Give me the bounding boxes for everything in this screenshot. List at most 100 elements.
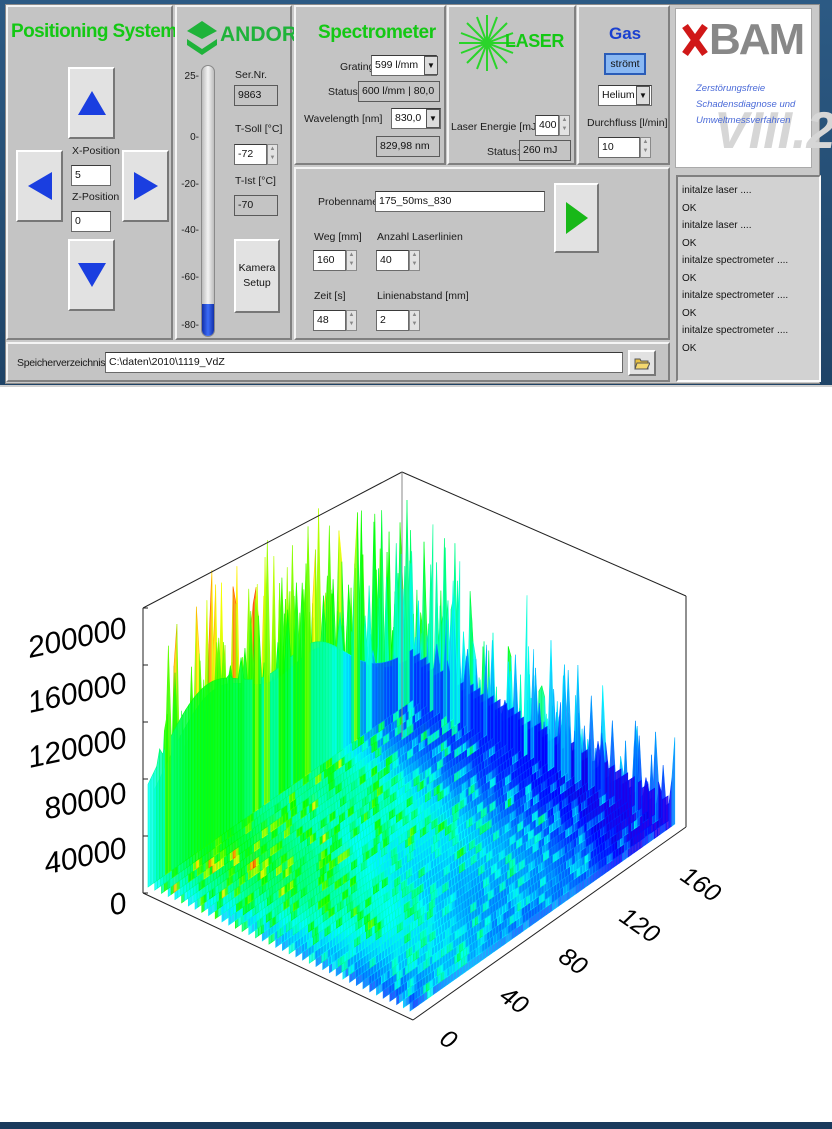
browse-folder-button[interactable]	[628, 350, 656, 376]
surface-strip	[543, 725, 548, 767]
log-line: OK	[682, 342, 697, 354]
surface-strip	[480, 693, 485, 740]
gas-title: Gas	[609, 24, 642, 43]
surface-strip	[363, 660, 367, 736]
bam-cross-icon	[682, 23, 708, 57]
laser-lines-field[interactable]: 40	[376, 250, 409, 271]
laser-lines-label: Anzahl Laserlinien	[377, 231, 463, 243]
grating-label: Grating	[340, 61, 375, 73]
x-position-field[interactable]: 5	[71, 165, 111, 186]
surface-strip	[371, 662, 376, 730]
storage-path-field[interactable]: C:\daten\2010\1119_VdZ	[105, 352, 623, 373]
andor-section: ANDOR 25- 0- -20- -40- -60- -80- Ser.Nr. 9863…	[175, 5, 297, 340]
surface-strip	[547, 640, 552, 772]
t-soll-field[interactable]: -72	[234, 144, 267, 165]
surface-strip	[517, 710, 521, 754]
gas-flow-button-label: strömt	[610, 58, 640, 70]
arrow-up-icon	[77, 91, 106, 115]
surface-strip	[217, 678, 222, 839]
surface-strip	[235, 678, 239, 826]
surface-strip	[153, 766, 158, 884]
surface-strip	[243, 679, 248, 820]
flow-spinner[interactable]: ▲ ▼	[640, 137, 651, 158]
surface-strip	[440, 669, 444, 721]
z-position-field[interactable]: 0	[71, 211, 111, 232]
bam-logo-text: BAM	[709, 15, 805, 64]
time-spinner[interactable]: ▲ ▼	[346, 310, 357, 331]
flow-field[interactable]: 10	[598, 137, 640, 158]
laser-title: LASER	[505, 31, 565, 51]
surface-strip	[389, 659, 393, 718]
surface-strip	[255, 598, 259, 812]
move-left-button[interactable]	[16, 150, 63, 222]
surface-strip	[588, 695, 592, 791]
surface-strip	[510, 706, 514, 751]
wavelength-dropdown-icon[interactable]: ▼	[426, 109, 440, 128]
surface-strip	[304, 526, 309, 777]
surface-strip	[664, 795, 669, 824]
surface-strip	[232, 677, 236, 828]
t-soll-spinner[interactable]: ▲ ▼	[267, 144, 278, 165]
surface-strip	[476, 687, 481, 735]
surface-strip	[333, 645, 338, 757]
grating-dropdown-icon[interactable]: ▼	[424, 56, 438, 75]
gauge-tick-label: 25-	[184, 71, 199, 82]
surface-strip	[614, 770, 619, 804]
surface-strip	[490, 695, 494, 741]
camera-setup-button[interactable]: Kamera Setup	[234, 239, 280, 313]
laser-lines-spinner[interactable]: ▲ ▼	[409, 250, 420, 271]
surface-strip	[416, 652, 420, 706]
surface-strip	[310, 641, 315, 773]
move-up-button[interactable]	[68, 67, 115, 139]
log-line: initalze spectrometer ....	[682, 255, 789, 266]
gauge-tick-label: -60-	[181, 272, 199, 283]
move-right-button[interactable]	[122, 150, 169, 222]
surface-strip	[534, 723, 538, 766]
gas-flow-button[interactable]: strömt	[604, 53, 646, 75]
surface-strip	[290, 653, 294, 787]
log-line: OK	[682, 237, 697, 249]
laser-energy-field[interactable]: 400	[535, 115, 559, 136]
sample-name-field[interactable]: 175_50ms_830	[375, 191, 545, 212]
surface-strip	[523, 595, 528, 757]
bam-line-3: Umweltmessverfahren	[696, 115, 791, 126]
laser-status-label: Status:	[487, 146, 520, 158]
line-spacing-spinner[interactable]: ▲ ▼	[409, 310, 420, 331]
surface-strip	[202, 684, 207, 849]
surface-strip	[275, 666, 280, 798]
surface-strip	[365, 585, 370, 734]
start-measurement-button[interactable]	[554, 183, 599, 253]
desktop-background: Positioning System X-Position 5 Z-Positi…	[0, 0, 832, 1122]
surface-strip	[608, 766, 612, 801]
spectrometer-status-value: 600 l/mm | 80,0	[358, 81, 440, 102]
wavelength-readout: 829,98 nm	[376, 136, 440, 157]
surface-strip	[658, 781, 662, 821]
surface-strip	[357, 512, 361, 740]
wavelength-label: Wavelength [nm]	[304, 113, 383, 125]
laser-energy-spinner[interactable]: ▲ ▼	[559, 115, 570, 136]
surface-strip	[386, 660, 390, 720]
path-spinner[interactable]: ▲ ▼	[346, 250, 357, 271]
surface-strip	[631, 776, 635, 808]
surface-strip	[500, 704, 505, 750]
surface-strip	[316, 641, 320, 769]
surface-strip	[564, 664, 568, 776]
line-spacing-field[interactable]: 2	[376, 310, 409, 331]
time-field[interactable]: 48	[313, 310, 346, 331]
x-tick-label: 120	[615, 902, 665, 949]
folder-open-icon	[634, 358, 650, 369]
surface-strip	[168, 645, 172, 874]
control-panel: Positioning System X-Position 5 Z-Positi…	[5, 4, 832, 384]
surface-strip	[655, 731, 659, 823]
move-down-button[interactable]	[68, 239, 115, 311]
log-line: initalze laser ....	[682, 220, 752, 231]
surface-strip	[296, 582, 300, 783]
z-tick-label: 80000	[41, 777, 130, 827]
path-field[interactable]: 160	[313, 250, 346, 271]
surface-strip	[496, 698, 501, 744]
surface-strip	[156, 748, 160, 882]
gas-type-dropdown-icon[interactable]: ▼	[636, 86, 650, 105]
surface-strip	[541, 727, 545, 769]
log-output: initalze laser .... OK initalze laser ....…	[676, 175, 821, 382]
surface-strip	[503, 702, 508, 748]
